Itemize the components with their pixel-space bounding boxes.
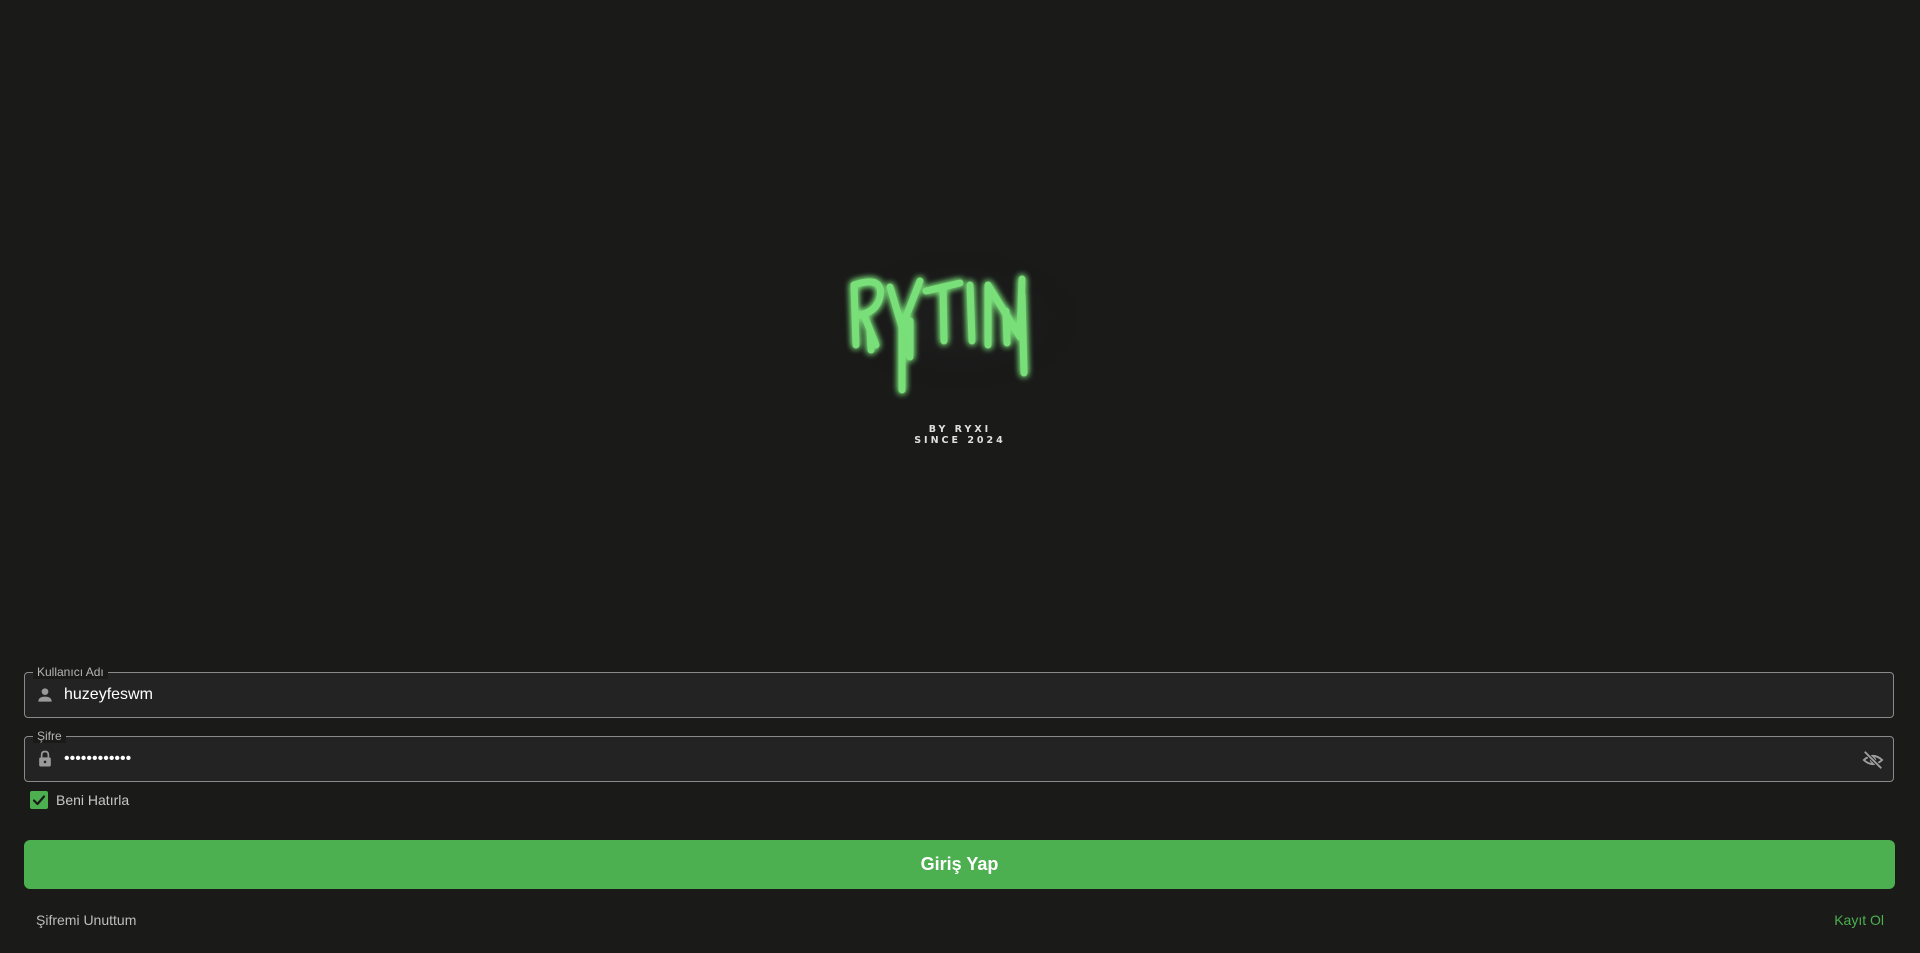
username-field[interactable]: Kullanıcı Adı huzeyfeswm	[24, 665, 1894, 718]
password-input[interactable]: ••••••••••••	[64, 749, 131, 769]
rutin-logo-graphic	[850, 275, 1028, 394]
login-button[interactable]: Giriş Yap	[24, 840, 1895, 889]
logo-tagline-by: BY RYXI	[928, 424, 992, 435]
lock-icon	[39, 750, 51, 767]
checkbox-box[interactable]	[30, 791, 48, 809]
login-page: BY RYXI SINCE 2024 Kullanıcı Adı huzeyfe…	[0, 0, 1920, 953]
password-label: Şifre	[33, 729, 66, 743]
app-logo	[810, 235, 1110, 410]
person-icon	[38, 688, 52, 702]
register-link[interactable]: Kayıt Ol	[1834, 912, 1884, 928]
remember-me-checkbox[interactable]: Beni Hatırla	[30, 790, 129, 810]
password-field[interactable]: Şifre ••••••••••••	[24, 729, 1894, 782]
checkmark-icon	[32, 795, 46, 806]
logo-tagline-since: SINCE 2024	[914, 435, 1006, 446]
username-label: Kullanıcı Adı	[33, 665, 108, 679]
username-input[interactable]: huzeyfeswm	[64, 685, 153, 705]
remember-me-label: Beni Hatırla	[56, 792, 130, 808]
forgot-password-link[interactable]: Şifremi Unuttum	[36, 912, 136, 928]
visibility-off-icon[interactable]	[1861, 749, 1885, 771]
